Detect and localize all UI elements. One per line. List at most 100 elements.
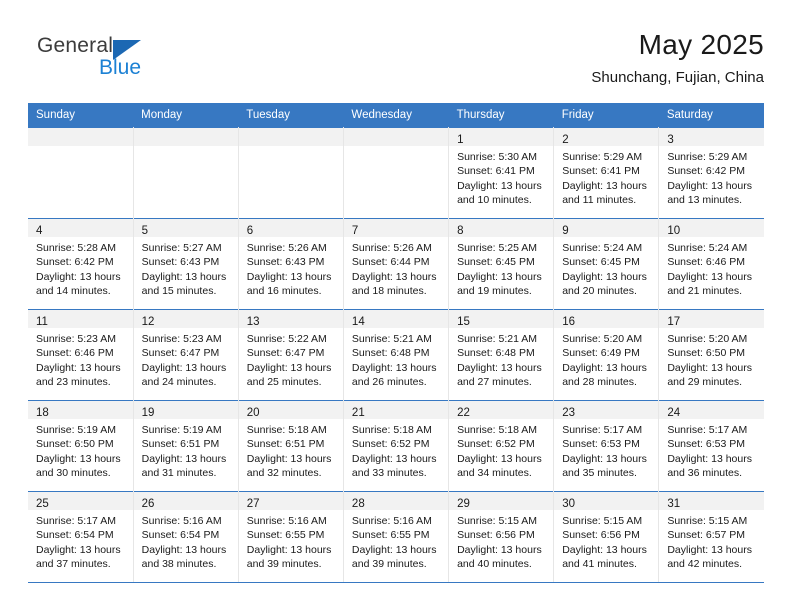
sunrise-line: Sunrise: 5:29 AM: [562, 151, 643, 163]
sunset-line: Sunset: 6:53 PM: [667, 438, 745, 451]
sunset-line: Sunset: 6:41 PM: [562, 165, 640, 178]
sunrise-line: Sunrise: 5:26 AM: [246, 242, 327, 254]
day-number: 24: [667, 407, 681, 419]
daylight-line-2: and 39 minutes.: [351, 558, 427, 571]
day-number: 8: [457, 225, 464, 237]
calendar-day-cell[interactable]: 13 Sunrise: 5:22 AM Sunset: 6:47 PM Dayligh…: [238, 309, 344, 401]
daylight-line-1: Daylight: 13 hours: [667, 543, 752, 556]
sunrise-line: Sunrise: 5:16 AM: [141, 515, 222, 527]
daylight-line-1: Daylight: 13 hours: [562, 179, 647, 192]
calendar-week-row: 4 Sunrise: 5:28 AM Sunset: 6:42 PM Daylight…: [28, 218, 764, 310]
day-detail-block: [344, 146, 448, 150]
calendar-day-cell[interactable]: 4 Sunrise: 5:28 AM Sunset: 6:42 PM Daylight…: [28, 218, 134, 310]
calendar-cell-empty: [343, 127, 450, 219]
calendar-day-cell[interactable]: 22 Sunrise: 5:18 AM Sunset: 6:52 PM Dayligh…: [448, 400, 555, 492]
day-number: 15: [457, 316, 470, 328]
calendar-day-cell[interactable]: 25 Sunrise: 5:17 AM Sunset: 6:54 PM Dayligh…: [28, 491, 134, 583]
day-number-band: 5: [133, 219, 238, 237]
calendar-day-cell[interactable]: 12 Sunrise: 5:23 AM Sunset: 6:47 PM Dayligh…: [133, 309, 239, 401]
day-detail-block: Sunrise: 5:15 AM Sunset: 6:56 PM Daylight:…: [449, 510, 553, 572]
daylight-line-1: Daylight: 13 hours: [457, 452, 542, 465]
calendar-day-cell[interactable]: 2 Sunrise: 5:29 AM Sunset: 6:41 PM Daylight…: [553, 127, 660, 219]
daylight-line-2: and 25 minutes.: [246, 376, 322, 389]
daylight-line-1: Daylight: 13 hours: [457, 543, 542, 556]
daylight-line-2: and 41 minutes.: [562, 558, 637, 571]
day-number: 16: [562, 316, 575, 328]
day-number: 23: [562, 407, 575, 419]
daylight-line-1: Daylight: 13 hours: [667, 270, 752, 283]
calendar-day-cell[interactable]: 15 Sunrise: 5:21 AM Sunset: 6:48 PM Dayligh…: [448, 309, 555, 401]
daylight-line-1: Daylight: 13 hours: [457, 270, 542, 283]
calendar-day-cell[interactable]: 18 Sunrise: 5:19 AM Sunset: 6:50 PM Dayligh…: [28, 400, 134, 492]
daylight-line-1: Daylight: 13 hours: [457, 361, 542, 374]
sunset-line: Sunset: 6:51 PM: [246, 438, 325, 451]
calendar-day-cell[interactable]: 17 Sunrise: 5:20 AM Sunset: 6:50 PM Dayligh…: [658, 309, 764, 401]
day-detail-block: Sunrise: 5:17 AM Sunset: 6:54 PM Daylight:…: [28, 510, 133, 572]
calendar-day-cell[interactable]: 5 Sunrise: 5:27 AM Sunset: 6:43 PM Daylight…: [133, 218, 239, 310]
calendar-day-cell[interactable]: 19 Sunrise: 5:19 AM Sunset: 6:51 PM Dayligh…: [133, 400, 239, 492]
calendar-day-cell[interactable]: 26 Sunrise: 5:16 AM Sunset: 6:54 PM Dayligh…: [133, 491, 239, 583]
day-number: 10: [667, 225, 681, 237]
day-number-band: [238, 128, 343, 146]
calendar-day-cell[interactable]: 21 Sunrise: 5:18 AM Sunset: 6:52 PM Dayligh…: [343, 400, 450, 492]
calendar-day-cell[interactable]: 16 Sunrise: 5:20 AM Sunset: 6:49 PM Dayligh…: [553, 309, 660, 401]
day-detail-block: Sunrise: 5:19 AM Sunset: 6:50 PM Daylight:…: [28, 419, 133, 481]
day-number-band: 18: [28, 401, 133, 419]
calendar-day-cell[interactable]: 6 Sunrise: 5:26 AM Sunset: 6:43 PM Daylight…: [238, 218, 344, 310]
calendar-day-cell[interactable]: 28 Sunrise: 5:16 AM Sunset: 6:55 PM Dayligh…: [343, 491, 450, 583]
day-number: 30: [562, 498, 575, 510]
calendar-day-cell[interactable]: 24 Sunrise: 5:17 AM Sunset: 6:53 PM Dayligh…: [658, 400, 764, 492]
calendar-day-cell[interactable]: 14 Sunrise: 5:21 AM Sunset: 6:48 PM Dayligh…: [343, 309, 450, 401]
calendar-day-cell[interactable]: 30 Sunrise: 5:15 AM Sunset: 6:56 PM Dayligh…: [553, 491, 660, 583]
general-blue-logo[interactable]: General Blue: [37, 34, 217, 90]
sunrise-line: Sunrise: 5:20 AM: [667, 333, 748, 345]
day-number: 19: [141, 407, 155, 419]
calendar-cell-empty: [238, 127, 344, 219]
sunset-line: Sunset: 6:42 PM: [36, 256, 114, 269]
day-number: 25: [36, 498, 49, 510]
calendar-day-cell[interactable]: 31 Sunrise: 5:15 AM Sunset: 6:57 PM Dayligh…: [658, 491, 764, 583]
calendar-day-cell[interactable]: 27 Sunrise: 5:16 AM Sunset: 6:55 PM Dayligh…: [238, 491, 344, 583]
sunrise-line: Sunrise: 5:24 AM: [562, 242, 643, 254]
day-detail-block: Sunrise: 5:23 AM Sunset: 6:47 PM Daylight:…: [134, 328, 238, 390]
day-number-band: 6: [238, 219, 343, 237]
day-number-band: 10: [659, 219, 764, 237]
sunrise-line: Sunrise: 5:27 AM: [141, 242, 222, 254]
day-number-band: [133, 128, 238, 146]
page-subtitle: Shunchang, Fujian, China: [591, 69, 764, 86]
calendar-day-cell[interactable]: 1 Sunrise: 5:30 AM Sunset: 6:41 PM Daylight…: [448, 127, 555, 219]
day-number-band: 1: [449, 128, 554, 146]
day-number-band: 31: [659, 492, 764, 510]
day-number-band: 8: [449, 219, 554, 237]
calendar-day-cell[interactable]: 20 Sunrise: 5:18 AM Sunset: 6:51 PM Dayligh…: [238, 400, 344, 492]
daylight-line-2: and 38 minutes.: [141, 558, 217, 571]
sunrise-line: Sunrise: 5:18 AM: [457, 424, 538, 436]
calendar-day-cell[interactable]: 7 Sunrise: 5:26 AM Sunset: 6:44 PM Daylight…: [343, 218, 450, 310]
calendar-day-cell[interactable]: 3 Sunrise: 5:29 AM Sunset: 6:42 PM Daylight…: [658, 127, 764, 219]
day-detail-block: Sunrise: 5:15 AM Sunset: 6:56 PM Daylight:…: [554, 510, 658, 572]
sunset-line: Sunset: 6:47 PM: [246, 347, 325, 360]
sunset-line: Sunset: 6:53 PM: [562, 438, 640, 451]
day-detail-block: Sunrise: 5:28 AM Sunset: 6:42 PM Daylight:…: [28, 237, 133, 299]
sunrise-line: Sunrise: 5:21 AM: [351, 333, 432, 345]
day-detail-block: Sunrise: 5:24 AM Sunset: 6:45 PM Daylight:…: [554, 237, 658, 299]
calendar-day-cell[interactable]: 9 Sunrise: 5:24 AM Sunset: 6:45 PM Daylight…: [553, 218, 660, 310]
calendar-day-cell[interactable]: 8 Sunrise: 5:25 AM Sunset: 6:45 PM Daylight…: [448, 218, 555, 310]
calendar-day-cell[interactable]: 10 Sunrise: 5:24 AM Sunset: 6:46 PM Dayligh…: [658, 218, 764, 310]
sunrise-line: Sunrise: 5:16 AM: [246, 515, 327, 527]
day-number-band: [28, 128, 133, 146]
day-number-band: 27: [238, 492, 343, 510]
day-detail-block: Sunrise: 5:20 AM Sunset: 6:49 PM Daylight:…: [554, 328, 658, 390]
daylight-line-1: Daylight: 13 hours: [141, 452, 227, 465]
calendar-day-cell[interactable]: 11 Sunrise: 5:23 AM Sunset: 6:46 PM Dayligh…: [28, 309, 134, 401]
calendar-page: General Blue May 2025 Shunchang, Fujian,…: [0, 0, 792, 612]
day-detail-block: Sunrise: 5:26 AM Sunset: 6:44 PM Daylight:…: [344, 237, 448, 299]
sunset-line: Sunset: 6:57 PM: [667, 529, 745, 542]
calendar-day-cell[interactable]: 23 Sunrise: 5:17 AM Sunset: 6:53 PM Dayligh…: [553, 400, 660, 492]
calendar-day-cell[interactable]: 29 Sunrise: 5:15 AM Sunset: 6:56 PM Dayligh…: [448, 491, 555, 583]
day-number: 26: [141, 498, 155, 510]
daylight-line-2: and 16 minutes.: [246, 285, 322, 298]
day-number-band: 3: [659, 128, 764, 146]
sunrise-line: Sunrise: 5:28 AM: [36, 242, 116, 254]
daylight-line-2: and 18 minutes.: [351, 285, 427, 298]
